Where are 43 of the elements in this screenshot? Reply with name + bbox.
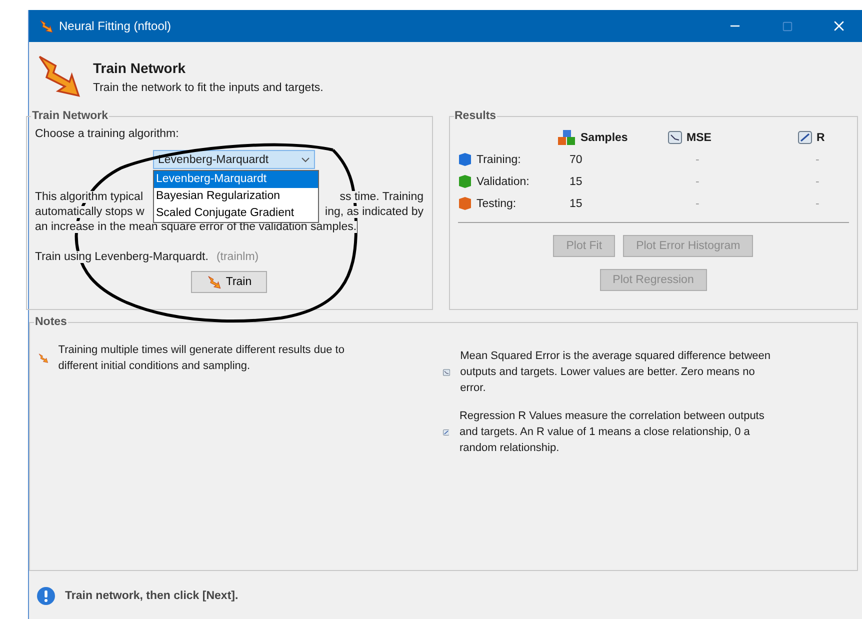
column-header: MSE [668,131,768,144]
description-text: This algorithm typical [35,191,144,203]
table-cell-text: - [816,198,820,210]
page-title: Train Network [93,60,187,76]
chart-icon [668,131,682,144]
panel-title: Notes [34,316,68,328]
train-using-text: Train using Levenberg-Marquardt. [35,251,208,263]
page-subtitle: Train the network to fit the inputs and targets. [93,82,324,94]
note-text: Mean Squared Error is the average squared difference between outputs and targets. Lower values are better. Zero means no error. [460,349,772,396]
table-cell-text: - [816,154,820,166]
row-label: Training: [458,152,570,167]
table-cell-text: 70 [570,154,584,166]
column-header: Samples [558,130,668,145]
table-cell-text: 15 [570,198,584,210]
row-label: Validation: [458,174,570,189]
train-button[interactable]: Train [191,271,268,293]
status-text: Train network, then click [Next]. [65,590,238,602]
table-cell-text: - [696,154,700,166]
function-name: (trainlm) [216,251,259,263]
panel-title: Results [454,110,498,122]
window-title: Neural Fitting (nftool) [59,19,172,33]
cubes-icon [558,130,576,145]
dropdown-option[interactable]: Levenberg-Marquardt [154,171,318,188]
prompt-label: Choose a training algorithm: [35,128,180,140]
note-text: Regression R Values measure the correlation between outputs and targets. An R value of 1 means a close relationship, 0 a random relationship. [459,409,766,456]
line-plot-icon [798,131,812,144]
table-cell-text: - [816,176,820,188]
info-icon [37,587,55,605]
description-text: ss time. Training [340,191,424,203]
description-text: automatically stops w [35,206,144,218]
row-label: Testing: [458,196,570,211]
description-text: ing, as indicated by [325,206,424,218]
table-cell-text: 15 [570,176,584,188]
panel-title: Train Network [31,110,110,122]
maximize-icon [782,20,792,32]
column-header: R [798,131,848,144]
algorithm-dropdown[interactable]: Levenberg-Marquardt [153,150,315,169]
chevron-icon [301,156,310,162]
table-cell-text: - [696,176,700,188]
app-icon [39,19,53,33]
arrow-icon [206,275,221,289]
note-text: Training multiple times will generate different results due to different initial conditions and sampling. [58,343,346,374]
table-cell-text: - [696,198,700,210]
